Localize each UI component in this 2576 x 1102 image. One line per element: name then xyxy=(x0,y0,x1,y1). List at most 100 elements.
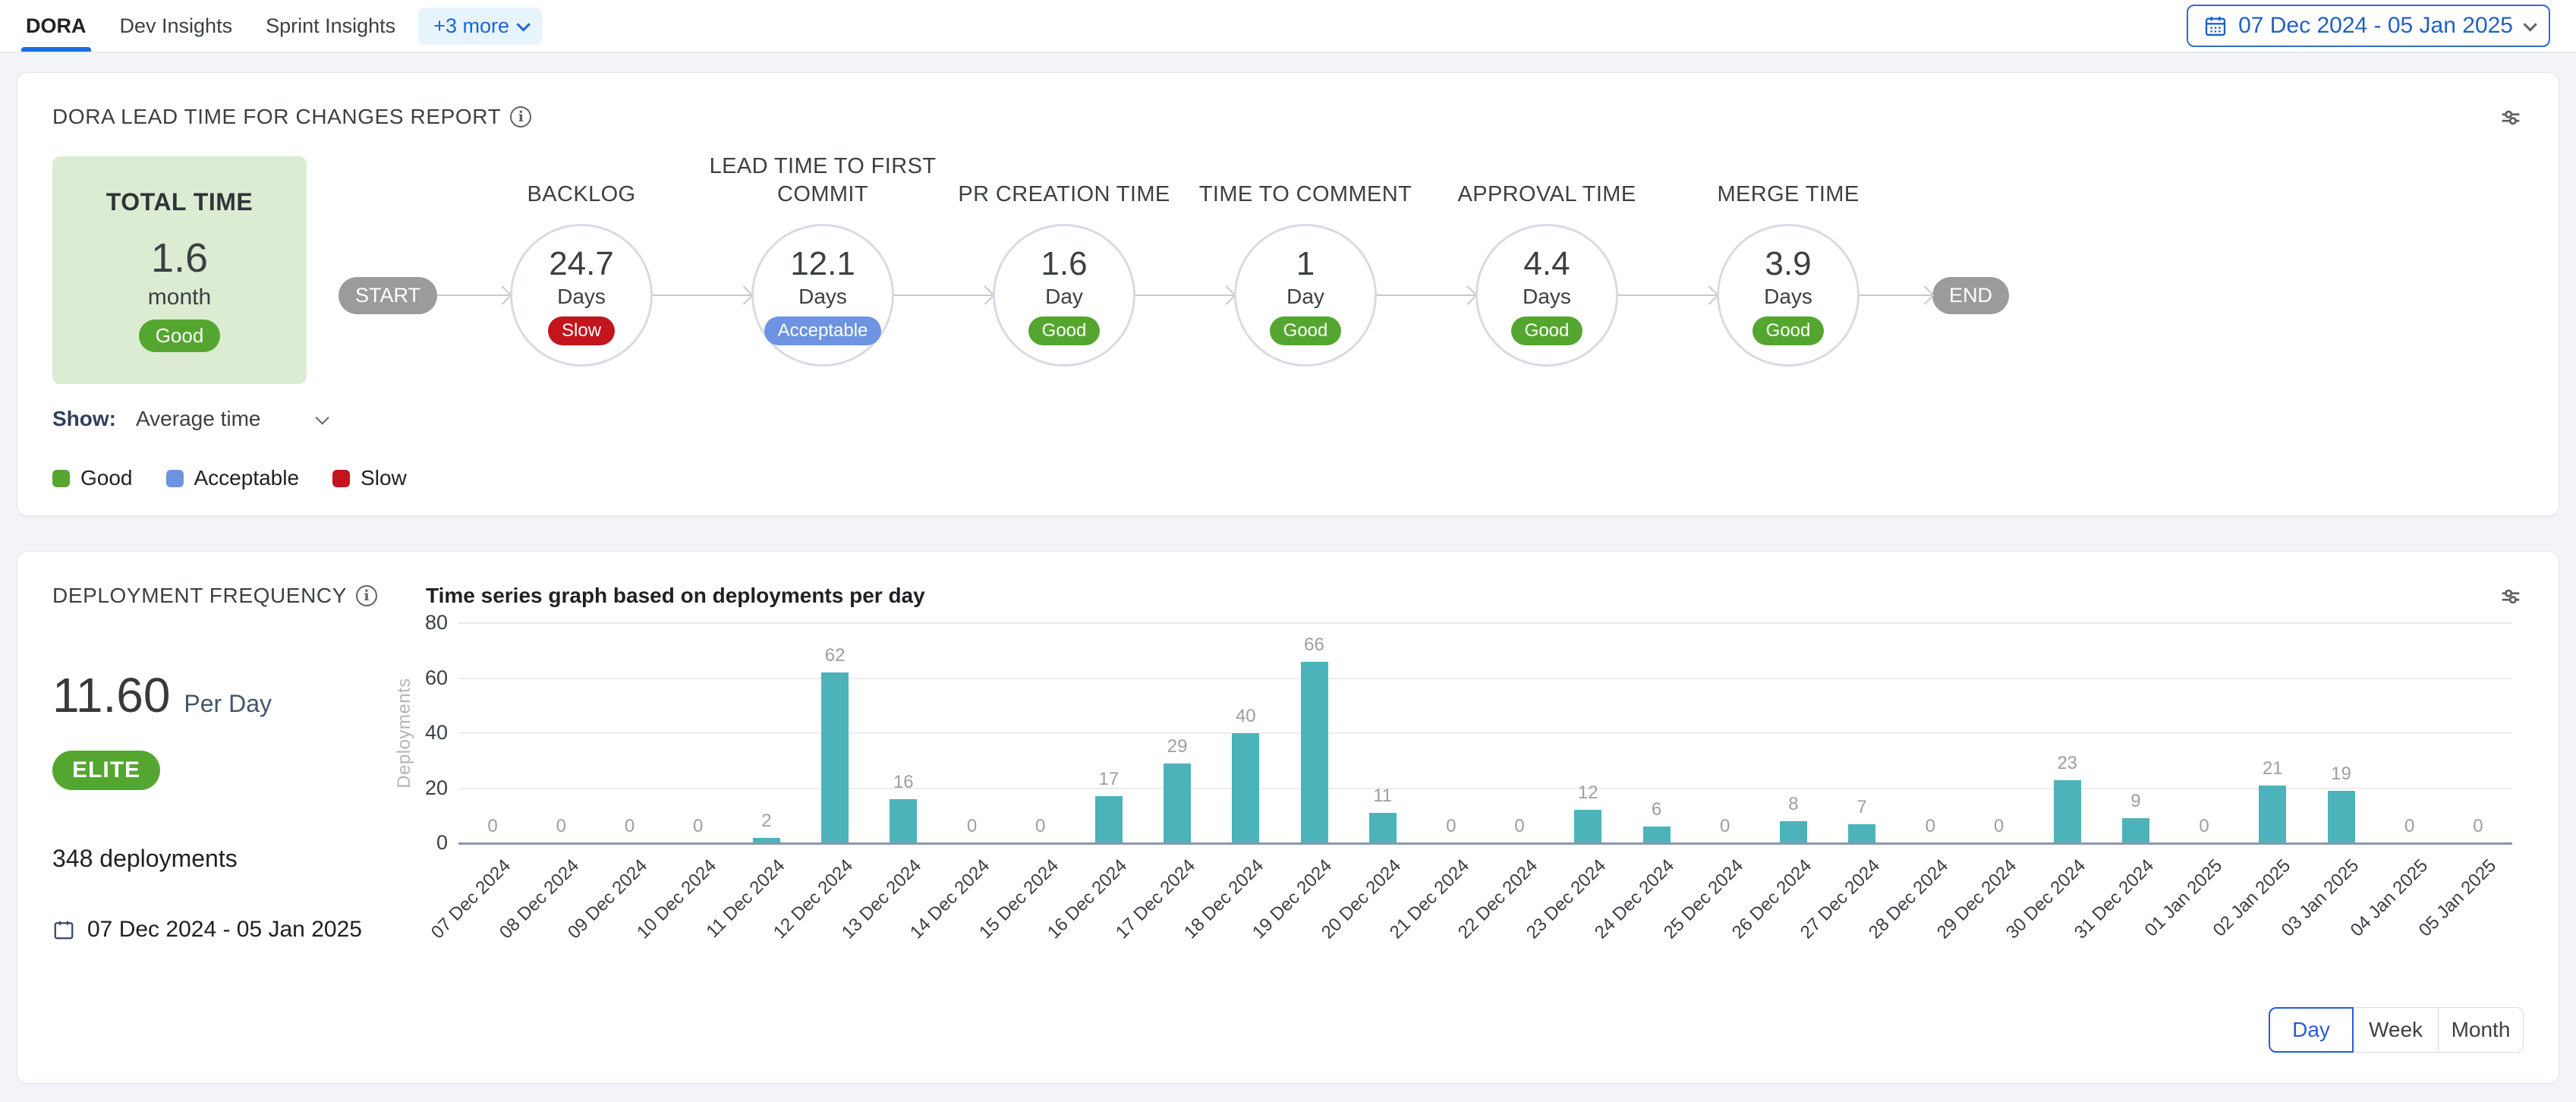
legend-swatch xyxy=(52,470,70,487)
chart-settings-icon[interactable] xyxy=(2498,105,2524,131)
y-axis-tick: 40 xyxy=(393,721,448,745)
stage-circle: 24.7DaysSlow xyxy=(510,224,653,367)
bar-value-label: 23 xyxy=(2057,753,2077,774)
info-icon[interactable]: i xyxy=(510,106,531,128)
flow-stage: APPROVAL TIME4.4DaysGood xyxy=(1475,224,1618,367)
granularity-toggle: DayWeekMonth xyxy=(2269,1007,2524,1053)
flow-arrow-icon xyxy=(1618,294,1717,296)
bar-value-label: 40 xyxy=(1236,706,1256,727)
deployment-bar[interactable] xyxy=(2328,791,2355,843)
stage-unit: Days xyxy=(1523,285,1571,309)
tab-dev-insights[interactable]: Dev Insights xyxy=(120,0,233,52)
bar-value-label: 0 xyxy=(1446,816,1456,837)
stage-unit: Days xyxy=(1764,285,1812,309)
flow-stage: MERGE TIME3.9DaysGood xyxy=(1717,224,1860,367)
lead-time-flow: STARTBACKLOG24.7DaysSlowLEAD TIME TO FIR… xyxy=(339,223,2009,367)
deployment-bar[interactable] xyxy=(1848,824,1875,843)
deployment-bar[interactable] xyxy=(1164,764,1191,843)
show-label: Show: xyxy=(52,407,116,431)
total-time-status-badge: Good xyxy=(139,320,221,352)
flow-stage: PR CREATION TIME1.6DayGood xyxy=(993,224,1135,367)
chevron-down-icon xyxy=(516,17,530,31)
status-legend: GoodAcceptableSlow xyxy=(52,466,2524,490)
flow-start-badge: START xyxy=(339,277,437,314)
report-tabs: DORA Dev Insights Sprint Insights xyxy=(26,0,395,52)
bar-value-label: 16 xyxy=(893,772,914,793)
gridline xyxy=(458,678,2512,679)
bar-value-label: 0 xyxy=(2473,816,2483,837)
granularity-week-button[interactable]: Week xyxy=(2354,1007,2439,1053)
deployments-per-day-value: 11.60 xyxy=(52,667,170,723)
deployment-bar[interactable] xyxy=(1574,810,1601,843)
stats-date-range: 07 Dec 2024 - 05 Jan 2025 xyxy=(87,917,362,943)
stage-title: MERGE TIME xyxy=(1663,181,1913,209)
stage-circle: 12.1DaysAcceptable xyxy=(751,224,894,367)
y-axis-tick: 20 xyxy=(393,776,448,800)
deployment-bar[interactable] xyxy=(821,672,849,843)
stage-unit: Day xyxy=(1045,285,1083,309)
deployment-bar[interactable] xyxy=(2259,786,2286,843)
bar-value-label: 8 xyxy=(1788,794,1798,815)
bar-value-label: 9 xyxy=(2130,791,2140,812)
granularity-day-button[interactable]: Day xyxy=(2269,1007,2354,1053)
stage-title: APPROVAL TIME xyxy=(1422,181,1672,209)
bar-value-label: 0 xyxy=(556,816,566,837)
stage-circle: 4.4Days Good xyxy=(1475,224,1618,367)
deployment-bar[interactable] xyxy=(890,799,917,843)
gridline xyxy=(458,732,2512,734)
bar-value-label: 0 xyxy=(1720,816,1730,837)
stage-unit: Day xyxy=(1286,285,1324,309)
deployment-bar[interactable] xyxy=(1301,662,1328,843)
bar-value-label: 21 xyxy=(2263,758,2283,779)
tab-sprint-insights[interactable]: Sprint Insights xyxy=(266,0,395,52)
top-tab-bar: DORA Dev Insights Sprint Insights +3 mor… xyxy=(0,0,2576,53)
lead-time-card-title: DORA LEAD TIME FOR CHANGES REPORT xyxy=(52,105,501,129)
deployment-bar[interactable] xyxy=(1780,821,1807,843)
legend-label: Good xyxy=(80,466,133,490)
flow-stage: TIME TO COMMENT1DayGood xyxy=(1234,224,1377,367)
stage-status-badge: Acceptable xyxy=(764,316,882,345)
bar-value-label: 0 xyxy=(625,816,635,837)
legend-item: Acceptable xyxy=(166,466,300,490)
tab-dora[interactable]: DORA xyxy=(26,0,87,52)
bar-value-label: 0 xyxy=(487,816,497,837)
deployment-bar[interactable] xyxy=(2122,818,2149,843)
stage-value: 24.7 xyxy=(549,245,614,283)
x-axis-baseline xyxy=(458,842,2512,845)
legend-item: Good xyxy=(52,466,133,490)
stage-unit: Days xyxy=(557,285,606,309)
total-time-unit: month xyxy=(148,285,211,310)
stage-status-badge: Good xyxy=(1752,316,1825,345)
more-tabs-button[interactable]: +3 more xyxy=(418,8,542,45)
granularity-month-button[interactable]: Month xyxy=(2439,1007,2524,1053)
deployment-bar[interactable] xyxy=(1643,826,1671,843)
flow-stage: BACKLOG24.7DaysSlow xyxy=(510,224,653,367)
deployments-per-day-unit: Per Day xyxy=(184,690,272,718)
show-metric-dropdown[interactable]: Average time xyxy=(136,407,260,431)
total-time-value: 1.6 xyxy=(151,235,208,282)
total-deployments: 348 deployments xyxy=(52,845,386,873)
chevron-down-icon[interactable] xyxy=(315,411,329,424)
stage-value: 4.4 xyxy=(1523,245,1570,283)
calendar-icon xyxy=(2203,14,2228,38)
deployment-bar[interactable] xyxy=(2054,780,2081,843)
deployment-bar[interactable] xyxy=(1369,813,1397,843)
total-time-card: TOTAL TIME 1.6 month Good xyxy=(52,156,307,384)
stage-status-badge: Good xyxy=(1511,316,1583,345)
stage-title: TIME TO COMMENT xyxy=(1180,181,1431,209)
deployment-bar[interactable] xyxy=(1232,733,1259,843)
deployment-bar[interactable] xyxy=(1095,796,1123,843)
bar-value-label: 19 xyxy=(2331,764,2351,785)
stage-title: LEAD TIME TO FIRST COMMIT xyxy=(698,153,948,209)
bar-value-label: 2 xyxy=(761,811,771,832)
chart-settings-icon[interactable] xyxy=(2498,584,2524,609)
bar-value-label: 7 xyxy=(1856,797,1866,818)
more-tabs-label: +3 more xyxy=(433,14,509,38)
date-range-picker[interactable]: 07 Dec 2024 - 05 Jan 2025 xyxy=(2187,5,2550,47)
flow-arrow-icon xyxy=(437,294,510,296)
info-icon[interactable]: i xyxy=(356,585,377,606)
gridline xyxy=(458,622,2512,624)
flow-arrow-icon xyxy=(653,294,751,296)
stage-value: 1.6 xyxy=(1041,245,1087,283)
bar-value-label: 11 xyxy=(1373,786,1392,807)
